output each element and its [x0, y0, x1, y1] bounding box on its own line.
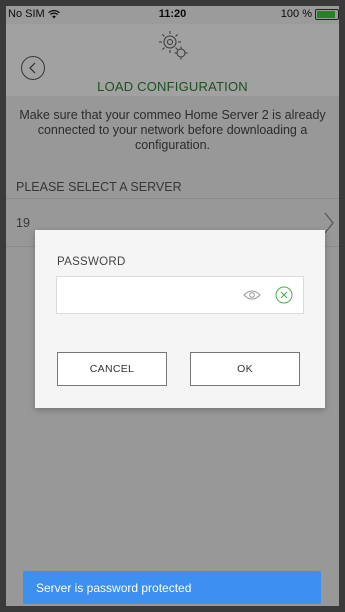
ok-button[interactable]: OK	[190, 352, 300, 386]
toast-message: Server is password protected	[23, 571, 321, 604]
password-dialog: PASSWORD CANCEL OK	[35, 230, 325, 408]
eye-icon[interactable]	[243, 289, 261, 301]
clear-icon[interactable]	[275, 286, 293, 304]
password-field[interactable]	[56, 276, 304, 314]
cancel-button[interactable]: CANCEL	[57, 352, 167, 386]
phone-screen: No SIM 11:20 100 % LOAD CONFIGURATION Ma…	[6, 6, 339, 606]
password-label: PASSWORD	[57, 256, 126, 268]
